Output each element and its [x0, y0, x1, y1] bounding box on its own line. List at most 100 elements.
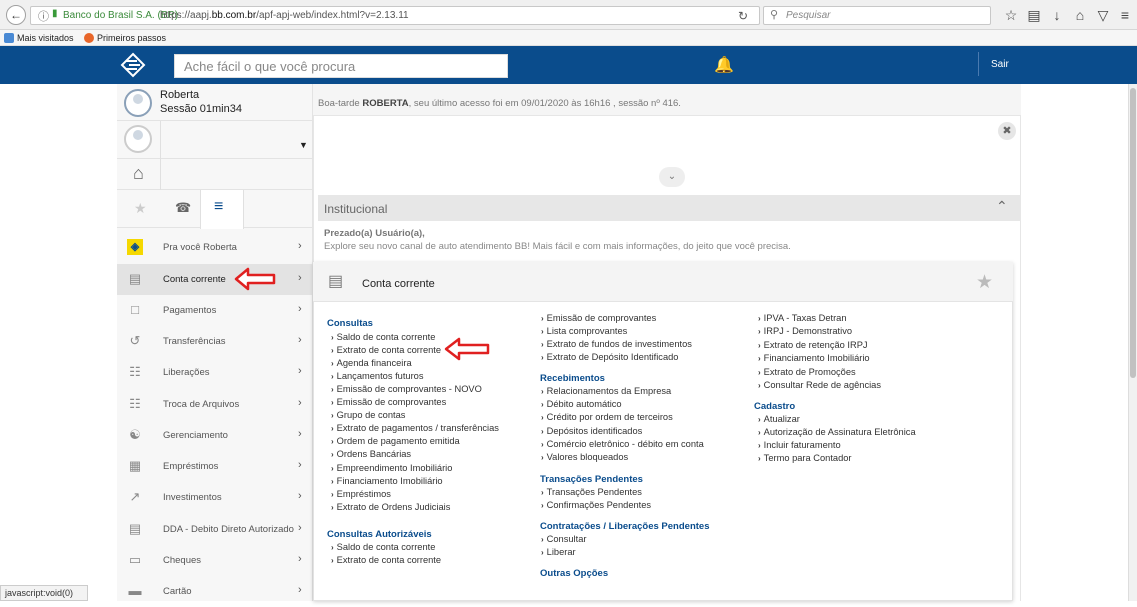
menu-link[interactable]: › Extrato de conta corrente — [331, 345, 441, 355]
menu-link[interactable]: › Ordens Bancárias — [331, 449, 411, 459]
bb-logo-icon[interactable] — [120, 52, 146, 78]
chevron-right-icon: › — [331, 463, 334, 473]
scrollbar-thumb[interactable] — [1130, 88, 1136, 378]
menu-link-label: Autorização de Assinatura Eletrônica — [763, 427, 916, 437]
account-select[interactable] — [160, 121, 313, 159]
menu-link[interactable]: › Financiamento Imobiliário — [331, 476, 443, 486]
menu-link[interactable]: › Débito automático — [541, 399, 622, 409]
menu-link[interactable]: › Saldo de conta corrente — [331, 542, 435, 552]
menu-link[interactable]: › Autorização de Assinatura Eletrônica — [758, 427, 916, 437]
menu-link[interactable]: › Valores bloqueados — [541, 452, 628, 462]
menu-link[interactable]: › Empreendimento Imobiliário — [331, 463, 452, 473]
menu-link[interactable]: › Extrato de Promoções — [758, 367, 856, 377]
download-icon[interactable]: ↓ — [1049, 7, 1065, 23]
url-text[interactable]: https://aapj.bb.com.br/apf-apj-web/index… — [160, 10, 409, 21]
chevron-up-icon[interactable]: ⌃ — [996, 198, 1008, 215]
menu-link[interactable]: › Depósitos identificados — [541, 426, 642, 436]
menu-link[interactable]: › Atualizar — [758, 414, 800, 424]
menu-link[interactable]: › Liberar — [541, 547, 576, 557]
logout-button[interactable]: Sair — [991, 59, 1009, 70]
caret-down-icon[interactable]: ▼ — [299, 140, 308, 150]
menu-link[interactable]: › Confirmações Pendentes — [541, 500, 651, 510]
menu-link[interactable]: › Emissão de comprovantes - NOVO — [331, 384, 482, 394]
menu-link[interactable]: › Saldo de conta corrente — [331, 332, 435, 342]
home-icon[interactable]: ⌂ — [133, 163, 144, 184]
bookmark-primeiros-passos[interactable]: Primeiros passos — [97, 33, 166, 43]
dda-icon: ▤ — [128, 521, 142, 536]
menu-link[interactable]: › Emissão de comprovantes — [541, 313, 656, 323]
chevron-right-icon: › — [541, 426, 544, 436]
menu-link-label: Emissão de comprovantes — [336, 397, 447, 408]
chevron-right-icon: › — [331, 359, 334, 369]
back-button[interactable]: ← — [6, 5, 26, 25]
reading-list-icon[interactable]: ▤ — [1026, 7, 1042, 24]
chevron-right-icon: › — [758, 327, 761, 337]
sidebar-item-troca-arquivos[interactable]: ☷ Troca de Arquivos › — [117, 389, 313, 420]
institucional-header[interactable] — [318, 195, 1021, 221]
menu-link[interactable]: › Transações Pendentes — [541, 487, 642, 497]
info-icon[interactable]: ⓘ — [38, 8, 49, 24]
menu-link[interactable]: › Grupo de contas — [331, 410, 405, 420]
sidebar-item-conta-corrente[interactable]: ▤ Conta corrente › — [117, 264, 313, 295]
chevron-right-icon: › — [541, 535, 544, 544]
sidebar-item-pra-voce[interactable]: ◈ Pra você Roberta › — [117, 232, 313, 263]
menu-link[interactable]: › Lista comprovantes — [541, 326, 627, 336]
sidebar-item-emprestimos[interactable]: ▦ Empréstimos › — [117, 451, 313, 482]
menu-link[interactable]: › IRPJ - Demonstrativo — [758, 326, 852, 336]
sidebar-item-cheques[interactable]: ▭ Cheques › — [117, 545, 313, 576]
sidebar-item-dda[interactable]: ▤ DDA - Debito Direto Autorizado › — [117, 514, 313, 545]
greeting-text: Boa-tarde ROBERTA, seu último acesso foi… — [318, 98, 681, 109]
menu-link-label: Empréstimos — [336, 488, 391, 499]
sidebar-item-liberacoes[interactable]: ☷ Liberações › — [117, 357, 313, 388]
menu-icon[interactable]: ≡ — [1117, 7, 1133, 23]
chevron-right-icon: › — [541, 453, 544, 462]
menu-link[interactable]: › Extrato de pagamentos / transferências — [331, 423, 499, 433]
menu-link[interactable]: › Crédito por ordem de terceiros — [541, 412, 673, 422]
menu-link[interactable]: › Termo para Contador — [758, 453, 852, 463]
menu-link[interactable]: › Financiamento Imobiliário — [758, 353, 870, 363]
bookmark-mais-visitados[interactable]: Mais visitados — [17, 33, 74, 43]
menu-link[interactable]: › Consultar Rede de agências — [758, 380, 881, 390]
chevron-right-icon: › — [541, 353, 544, 362]
conta-corrente-title: Conta corrente — [362, 278, 435, 290]
phone-icon[interactable]: ☎ — [175, 200, 191, 216]
menu-link[interactable]: › Extrato de Depósito Identificado — [541, 352, 678, 362]
reload-icon[interactable]: ↻ — [738, 9, 748, 23]
menu-link[interactable]: › IPVA - Taxas Detran — [758, 313, 847, 323]
chevron-right-icon: › — [331, 556, 334, 565]
favorites-star-icon[interactable]: ★ — [134, 200, 147, 217]
home-divider — [160, 159, 161, 190]
sidebar-item-cartao[interactable]: ▬ Cartão › — [117, 576, 313, 607]
menu-link[interactable]: › Empréstimos — [331, 489, 391, 499]
avatar[interactable] — [124, 89, 152, 117]
bell-icon[interactable]: 🔔 — [714, 55, 734, 75]
account-avatar[interactable] — [124, 125, 152, 153]
section-title-consultas-autorizaveis: Consultas Autorizáveis — [327, 529, 432, 540]
favorite-star-icon[interactable]: ★ — [976, 271, 993, 294]
menu-link[interactable]: › Emissão de comprovantes — [331, 397, 446, 407]
menu-link[interactable]: › Ordem de pagamento emitida — [331, 436, 460, 446]
pocket-icon[interactable]: ▽ — [1095, 7, 1111, 24]
section-title-cadastro: Cadastro — [754, 401, 796, 412]
hamburger-icon[interactable]: ≡ — [214, 198, 223, 216]
menu-link[interactable]: › Consultar — [541, 534, 586, 544]
menu-link[interactable]: › Agenda financeira — [331, 358, 412, 368]
sidebar-item-transferencias[interactable]: ↺ Transferências › — [117, 326, 313, 357]
menu-link[interactable]: › Extrato de retenção IRPJ — [758, 340, 868, 350]
sidebar-item-pagamentos[interactable]: □ Pagamentos › — [117, 295, 313, 326]
menu-link[interactable]: › Extrato de Ordens Judiciais — [331, 502, 450, 512]
menu-link[interactable]: › Incluir faturamento — [758, 440, 841, 450]
menu-link[interactable]: › Extrato de conta corrente — [331, 555, 441, 565]
sidebar-item-investimentos[interactable]: ↗ Investimentos › — [117, 482, 313, 513]
close-icon[interactable]: ✖ — [998, 122, 1016, 140]
chevron-down-icon[interactable]: ⌄ — [659, 167, 685, 187]
menu-link[interactable]: › Comércio eletrônico - débito em conta — [541, 439, 704, 449]
home-icon[interactable]: ⌂ — [1072, 7, 1088, 23]
star-icon[interactable]: ☆ — [1003, 7, 1019, 24]
search-placeholder: Ache fácil o que você procura — [184, 59, 356, 74]
menu-link[interactable]: › Lançamentos futuros — [331, 371, 424, 381]
menu-link[interactable]: › Extrato de fundos de investimentos — [541, 339, 692, 349]
menu-link[interactable]: › Relacionamentos da Empresa — [541, 386, 671, 396]
sidebar-item-gerenciamento[interactable]: ☯ Gerenciamento › — [117, 420, 313, 451]
lock-icon[interactable]: ▮ — [52, 8, 58, 19]
